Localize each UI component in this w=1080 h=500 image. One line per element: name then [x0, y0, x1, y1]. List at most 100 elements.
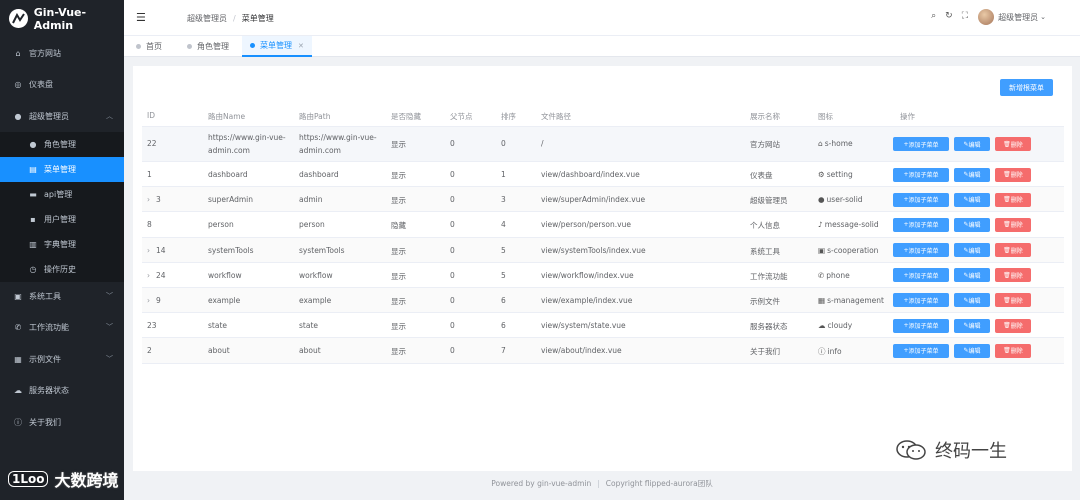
expand-row-icon[interactable]: › [147, 296, 150, 305]
gauge-icon: ◎ [14, 79, 22, 89]
cloud-icon: ☁ [818, 321, 826, 331]
add-child-menu-button[interactable]: + 添加子菜单 [893, 167, 949, 182]
edit-button[interactable]: ✎ 编辑 [954, 293, 990, 308]
cell-text: 6 [501, 321, 506, 331]
add-child-menu-button[interactable]: + 添加子菜单 [893, 217, 949, 232]
cell-parent: 0 [450, 246, 455, 255]
sidebar-item-super-admin[interactable]: ● 超级管理员 ︿ [0, 104, 124, 128]
sidebar-item-about[interactable]: ⓘ 关于我们 [0, 410, 124, 434]
expand-row-icon[interactable]: › [147, 195, 150, 204]
cell-text: 仪表盘 [750, 171, 773, 180]
sidebar-subitem-api[interactable]: ▬ api管理 [0, 182, 124, 207]
close-icon[interactable]: ✕ [298, 42, 304, 50]
cell-icon: ⌂ s-home [818, 139, 853, 148]
add-child-menu-button[interactable]: + 添加子菜单 [893, 343, 949, 358]
cell-sort: 4 [501, 220, 506, 229]
delete-button[interactable]: 🗑 删除 [995, 293, 1031, 308]
edit-button[interactable]: ✎ 编辑 [954, 268, 990, 283]
cell-text: 0 [450, 321, 455, 331]
cell-text: 0 [450, 170, 455, 179]
sidebar-item-label: 工作流功能 [29, 322, 69, 332]
cell-text: 0 [450, 195, 455, 205]
tab-home[interactable]: 首页 [128, 36, 170, 57]
add-child-menu-button[interactable]: + 添加子菜单 [893, 243, 949, 258]
menu-management-card: 新增根菜单 ID 路由Name 路由Path 是否隐藏 父节点 排序 文件路径 … [133, 66, 1072, 471]
add-child-menu-button[interactable]: + 添加子菜单 [893, 192, 949, 207]
delete-button[interactable]: 🗑 删除 [995, 343, 1031, 358]
tab-label: 菜单管理 [260, 41, 292, 50]
table-row: 23 state state 显示 0 6 view/system/state.vue 服务器… [142, 313, 1064, 339]
user-icon: ● [29, 140, 37, 149]
tab-roles[interactable]: 角色管理 [179, 36, 237, 57]
sidebar-subitem-label: 字典管理 [44, 240, 76, 249]
phone-icon: ✆ [14, 322, 22, 332]
edit-button[interactable]: ✎ 编辑 [954, 217, 990, 232]
refresh-icon[interactable]: ↻ [945, 11, 953, 21]
delete-button[interactable]: 🗑 删除 [995, 167, 1031, 182]
delete-button[interactable]: 🗑 删除 [995, 217, 1031, 232]
button-label: 删除 [1010, 197, 1023, 205]
sidebar-item-workflow[interactable]: ✆ 工作流功能 ﹀ [0, 315, 124, 339]
tab-dot [250, 43, 255, 48]
logo-icon [9, 9, 28, 28]
sidebar-item-dashboard[interactable]: ◎ 仪表盘 [0, 72, 124, 96]
cell-id: 2 [147, 346, 152, 355]
edit-button[interactable]: ✎ 编辑 [954, 318, 990, 333]
sidebar-item-website[interactable]: ⌂ 官方网站 [0, 41, 124, 65]
fullscreen-icon[interactable]: ⛶ [962, 11, 968, 21]
delete-button[interactable]: 🗑 删除 [995, 318, 1031, 333]
cell-icon: ☁ cloudy [818, 321, 852, 330]
new-root-menu-button[interactable]: 新增根菜单 [1000, 79, 1053, 96]
delete-button[interactable]: 🗑 删除 [995, 192, 1031, 207]
cell-text: https://www.gin-vue-admin.com [299, 133, 377, 155]
sidebar-subitem-users[interactable]: ▪ 用户管理 [0, 207, 124, 232]
breadcrumb-item[interactable]: 超级管理员 [187, 14, 227, 23]
edit-button[interactable]: ✎ 编辑 [954, 167, 990, 182]
briefcase-icon: ▣ [818, 245, 826, 255]
expand-row-icon[interactable]: › [147, 246, 150, 255]
delete-button[interactable]: 🗑 删除 [995, 268, 1031, 283]
app-logo[interactable]: Gin-Vue-Admin [0, 0, 124, 37]
search-icon[interactable]: ⌕ [931, 11, 936, 21]
cell-hidden: 隐藏 [391, 220, 406, 231]
add-child-menu-button[interactable]: + 添加子菜单 [893, 268, 949, 283]
sidebar-item-server-status[interactable]: ☁ 服务器状态 [0, 378, 124, 402]
expand-row-icon[interactable]: › [147, 271, 150, 280]
cell-text: 0 [501, 139, 506, 148]
delete-button[interactable]: 🗑 删除 [995, 243, 1031, 258]
sidebar-subitem-history[interactable]: ◷ 操作历史 [0, 257, 124, 282]
cell-icon: ▦ s-management [818, 296, 884, 305]
edit-button[interactable]: ✎ 编辑 [954, 192, 990, 207]
cell-title: 示例文件 [750, 296, 780, 307]
cell-text: 显示 [391, 271, 406, 281]
bell-icon: ♪ [818, 220, 823, 230]
add-child-menu-button[interactable]: + 添加子菜单 [893, 293, 949, 308]
cell-text: 14 [156, 245, 166, 255]
add-child-menu-button[interactable]: + 添加子菜单 [893, 137, 949, 151]
watermark-left: 1Loo 大数跨境 [8, 467, 119, 491]
cell-text: view/example/index.vue [541, 295, 633, 305]
sidebar-subitem-roles[interactable]: ● 角色管理 [0, 132, 124, 157]
menu-toggle-icon[interactable]: ☰ [136, 11, 146, 24]
delete-button[interactable]: 🗑 删除 [995, 137, 1031, 151]
sidebar-subitem-menus[interactable]: ▤ 菜单管理 [0, 157, 124, 182]
tab-menus[interactable]: 菜单管理 ✕ [242, 36, 312, 57]
sidebar-item-examples[interactable]: ▦ 示例文件 ﹀ [0, 347, 124, 371]
user-dropdown[interactable]: 超级管理员 ⌄ [978, 9, 1046, 25]
edit-button[interactable]: ✎ 编辑 [954, 137, 990, 151]
button-label: 添加子菜单 [908, 222, 939, 230]
tab-label: 首页 [146, 42, 162, 51]
sidebar-item-system-tools[interactable]: ▣ 系统工具 ﹀ [0, 284, 124, 308]
cell-text: view/dashboard/index.vue [541, 170, 640, 179]
edit-button[interactable]: ✎ 编辑 [954, 343, 990, 358]
edit-button[interactable]: ✎ 编辑 [954, 243, 990, 258]
button-label: 编辑 [968, 297, 981, 305]
add-child-menu-button[interactable]: + 添加子菜单 [893, 318, 949, 333]
cell-text: 1 [147, 170, 152, 179]
cell-name: systemTools [208, 246, 254, 255]
cell-text: 6 [501, 295, 506, 305]
button-label: 添加子菜单 [908, 272, 939, 280]
sidebar-subitem-dictionary[interactable]: ▥ 字典管理 [0, 232, 124, 257]
trash-icon: 🗑 [1003, 271, 1011, 279]
cell-text: 显示 [391, 246, 406, 256]
